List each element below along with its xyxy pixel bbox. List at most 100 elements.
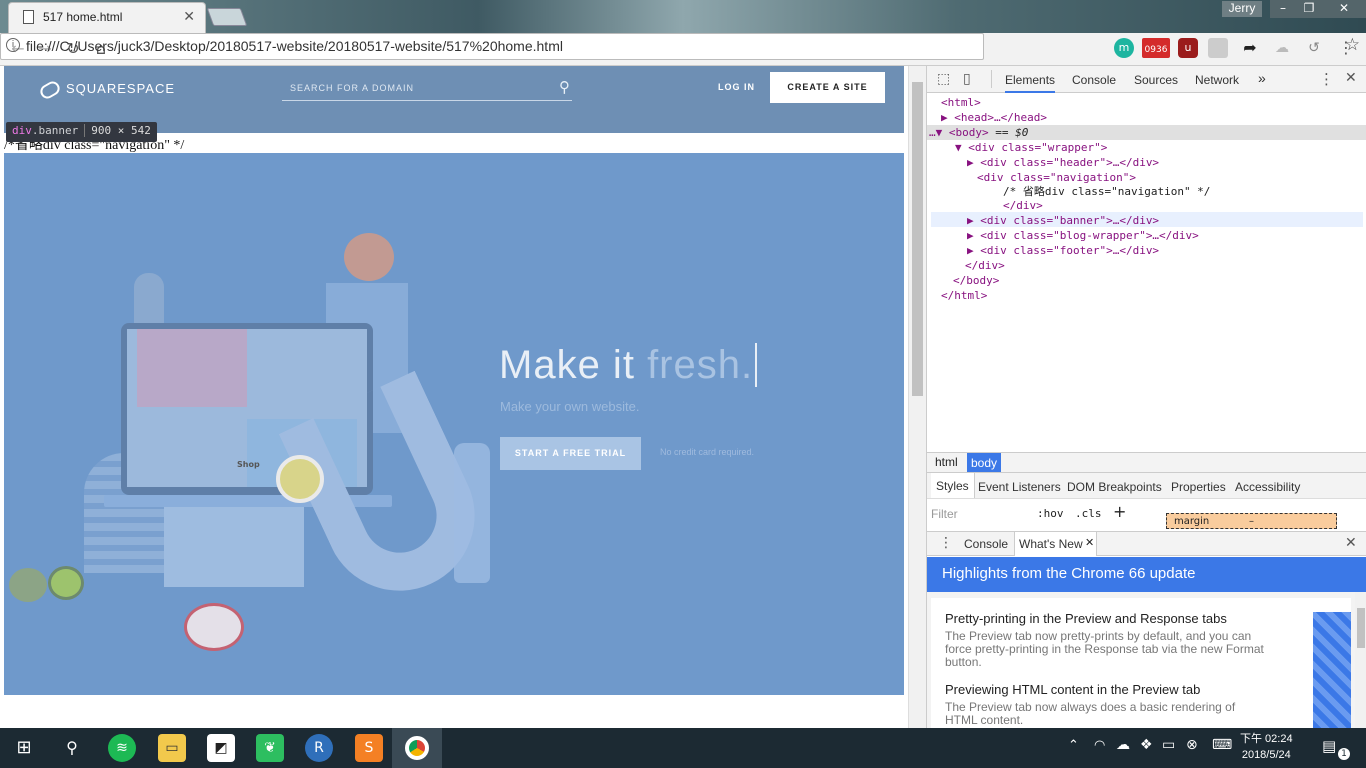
dom-body-open[interactable]: …▼ <body> == $0 [929, 125, 1028, 140]
dom-body-close[interactable]: </body> [953, 273, 999, 288]
tab-elements[interactable]: Elements [1005, 73, 1056, 93]
ublock-icon[interactable]: u [1178, 38, 1198, 58]
dom-wrapper[interactable]: ▼ <div class="wrapper"> [955, 140, 1107, 155]
feature-thumbnail [1313, 612, 1351, 728]
close-window-icon[interactable]: ✕ [1322, 0, 1366, 18]
dom-banner[interactable]: ▶ <div class="banner">…</div> [967, 213, 1159, 228]
tray-close-icon[interactable]: ⊗ [1186, 737, 1198, 753]
tab-console[interactable]: Console [1072, 73, 1116, 87]
menu-icon[interactable]: ⋮ [1336, 38, 1356, 58]
spotify-icon[interactable]: ≋ [108, 734, 136, 762]
more-tabs-icon[interactable]: » [1258, 70, 1266, 86]
dom-nav-comment[interactable]: /* 省略div class="navigation" */ [1003, 184, 1210, 199]
divider [991, 70, 992, 88]
drawer-scrollbar-thumb[interactable] [1357, 608, 1365, 648]
wifi-icon[interactable]: ◠ [1094, 738, 1105, 753]
dom-navigation[interactable]: <div class="navigation"> [977, 170, 1136, 185]
device-toolbar-icon[interactable]: ▯ [963, 71, 971, 87]
dom-body-text: <body> [948, 126, 989, 139]
profile-button[interactable]: Jerry [1222, 1, 1262, 17]
dropbox-icon[interactable]: ❖ [1140, 737, 1153, 753]
subtab-styles[interactable]: Styles [931, 473, 975, 499]
file-explorer-icon[interactable]: ▭ [158, 734, 186, 762]
scrollbar-thumb[interactable] [912, 82, 923, 396]
sublime-icon[interactable]: S [355, 734, 383, 762]
close-drawer-icon[interactable]: ✕ [1345, 535, 1357, 551]
url-text: file:///C:/Users/juck3/Desktop/20180517-… [26, 38, 563, 54]
inspect-icon[interactable]: ⬚ [937, 71, 950, 87]
extension-m-icon[interactable]: m [1114, 38, 1134, 58]
drawer-scrollbar[interactable] [1355, 592, 1366, 728]
dom-blog-wrapper[interactable]: ▶ <div class="blog-wrapper">…</div> [967, 228, 1199, 243]
close-devtools-icon[interactable]: ✕ [1345, 70, 1357, 86]
cls-toggle[interactable]: .cls [1075, 507, 1102, 520]
hov-toggle[interactable]: :hov [1037, 507, 1064, 520]
domain-search-input[interactable]: SEARCH FOR A DOMAIN ⚲ [282, 76, 572, 101]
dom-header[interactable]: ▶ <div class="header">…</div> [967, 155, 1159, 170]
info-icon[interactable]: i [6, 38, 20, 52]
laptop-shop-label: Shop [237, 460, 260, 469]
item-title-2: Previewing HTML content in the Preview t… [945, 682, 1201, 697]
minimize-icon[interactable]: – [1270, 0, 1296, 18]
sticky-notes-icon[interactable]: ◩ [207, 734, 235, 762]
r-app-icon[interactable]: R [305, 734, 333, 762]
input-method-icon[interactable]: ⌨ [1212, 737, 1232, 753]
dom-body-eq: == $0 [995, 126, 1029, 139]
breadcrumb: html body [927, 452, 1366, 473]
maximize-icon[interactable]: ❐ [1296, 0, 1322, 18]
whats-new-header: Highlights from the Chrome 66 update [927, 557, 1366, 592]
subtab-event-listeners[interactable]: Event Listeners [978, 480, 1061, 494]
start-trial-button[interactable]: START A FREE TRIAL [500, 437, 641, 470]
browser-tab[interactable]: 517 home.html ✕ [8, 2, 206, 33]
address-bar[interactable]: i file:///C:/Users/juck3/Desktop/2018051… [0, 33, 1360, 60]
search-icon[interactable]: ⚲ [58, 734, 86, 762]
hero-banner: Shop Make it fresh. Make your own websit… [4, 153, 904, 695]
windows-start-icon[interactable]: ⊞ [10, 734, 38, 762]
create-site-button[interactable]: CREATE A SITE [770, 72, 885, 103]
crumb-body[interactable]: body [967, 453, 1002, 473]
tab-sources[interactable]: Sources [1134, 73, 1178, 87]
windows-taskbar: ⊞ ⚲ ≋ ▭ ◩ ❦ R S ⌃ ◠ ☁ ❖ ▭ ⊗ ⌨ 下午 02:24 2… [0, 728, 1366, 768]
cloud-icon[interactable]: ☁ [1272, 38, 1292, 58]
battery-icon[interactable]: ▭ [1162, 737, 1175, 753]
dom-html-open[interactable]: <html> [941, 95, 981, 110]
new-tab-button[interactable] [206, 8, 248, 26]
page-scrollbar[interactable] [908, 66, 926, 728]
close-tab-icon[interactable]: ✕ [183, 9, 195, 25]
subtab-dom-breakpoints[interactable]: DOM Breakpoints [1067, 480, 1162, 494]
evernote-icon[interactable]: ❦ [256, 734, 284, 762]
filter-input[interactable]: Filter [931, 507, 958, 521]
dom-nav-close[interactable]: </div> [1003, 198, 1043, 213]
add-style-rule-icon[interactable]: + [1113, 502, 1126, 521]
tab-network[interactable]: Network [1195, 73, 1239, 87]
site-logo[interactable]: SQUARESPACE [37, 78, 175, 101]
cloud-sync-icon[interactable]: ☁ [1116, 737, 1130, 753]
drawer-tab-whats-new[interactable]: What's New ✕ [1014, 532, 1097, 556]
dom-footer[interactable]: ▶ <div class="footer">…</div> [967, 243, 1159, 258]
crumb-html[interactable]: html [931, 455, 962, 469]
close-whats-new-icon[interactable]: ✕ [1085, 536, 1094, 549]
extension-badge[interactable]: 0936 [1142, 38, 1170, 58]
dom-html-close[interactable]: </html> [941, 288, 987, 303]
drawer-menu-icon[interactable]: ⋮ [939, 535, 953, 551]
devtools-menu-icon[interactable]: ⋮ [1319, 70, 1334, 88]
subtab-accessibility[interactable]: Accessibility [1235, 480, 1300, 494]
drawer-tab-console[interactable]: Console [964, 537, 1008, 551]
dom-head[interactable]: ▶ <head>…</head> [941, 110, 1047, 125]
dom-wrapper-close[interactable]: </div> [965, 258, 1005, 273]
chrome-taskbar-icon[interactable] [392, 728, 442, 768]
history-icon[interactable]: ↺ [1304, 38, 1324, 58]
notification-icon[interactable]: ▤ [1322, 737, 1336, 755]
login-link[interactable]: LOG IN [718, 82, 755, 92]
taskbar-clock[interactable]: 下午 02:24 2018/5/24 [1240, 731, 1293, 763]
search-icon[interactable]: ⚲ [559, 78, 570, 96]
share-icon[interactable]: ➦ [1240, 38, 1260, 58]
subtab-properties[interactable]: Properties [1171, 480, 1226, 494]
tray-chevron-icon[interactable]: ⌃ [1068, 738, 1079, 753]
apple-half [184, 603, 244, 651]
dom-banner-text: <div class="banner">…</div> [980, 214, 1160, 227]
styles-subtabs: Styles Event Listeners DOM Breakpoints P… [927, 472, 1366, 499]
hero-headline: Make it fresh. [499, 343, 758, 388]
extension-gray-icon[interactable] [1208, 38, 1228, 58]
item-title-1: Pretty-printing in the Preview and Respo… [945, 611, 1227, 626]
